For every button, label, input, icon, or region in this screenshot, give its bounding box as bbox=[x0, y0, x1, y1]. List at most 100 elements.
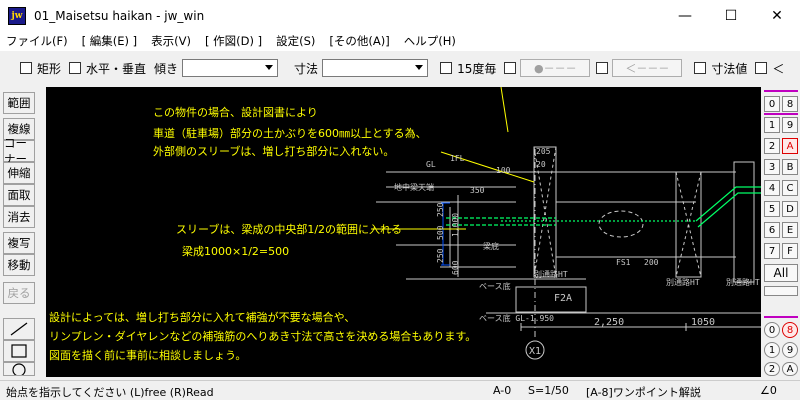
layer-6[interactable]: 6 bbox=[764, 222, 780, 238]
menu-other[interactable]: [その他(A)] bbox=[329, 33, 389, 49]
annotation-note5: 梁成1000×1/2=500 bbox=[182, 245, 290, 258]
layer-all-button[interactable]: All bbox=[764, 264, 798, 282]
status-layer[interactable]: A-0 bbox=[493, 384, 511, 397]
pipe-bend bbox=[695, 186, 761, 222]
window-controls: — ☐ ✕ bbox=[662, 0, 800, 31]
label-100: 100 bbox=[496, 166, 511, 175]
label-base-bottom: ベース底 bbox=[479, 281, 511, 291]
tool-stretch[interactable]: 伸縮 bbox=[3, 162, 35, 184]
tilt-label: 傾き bbox=[154, 61, 179, 76]
menu-draw[interactable]: [ 作図(D) ] bbox=[205, 33, 262, 49]
arrow-line-button[interactable]: ＜－－－ bbox=[612, 59, 683, 77]
step15-checkbox[interactable]: 15度毎 bbox=[440, 60, 496, 77]
horiz-vert-checkbox[interactable]: 水平・垂直 bbox=[69, 60, 146, 77]
tool-chamfer[interactable]: 面取 bbox=[3, 184, 35, 206]
label-250b: 250 bbox=[436, 248, 445, 263]
line-tool-button[interactable] bbox=[3, 318, 35, 340]
checkbox-icon bbox=[440, 62, 453, 74]
layer-a-active[interactable]: A bbox=[782, 138, 798, 154]
tool-corner[interactable]: コーナー bbox=[3, 136, 35, 166]
lt-label: ＜ bbox=[772, 61, 785, 76]
layer-group-btn-0[interactable]: 0 bbox=[764, 322, 780, 338]
line-tool-icon bbox=[10, 322, 28, 336]
tool-range[interactable]: 範囲 bbox=[3, 92, 35, 114]
layer-b[interactable]: B bbox=[782, 159, 798, 175]
menu-help[interactable]: ヘルプ(H) bbox=[404, 33, 456, 49]
tilt-combo[interactable] bbox=[182, 59, 279, 77]
label-beam-bottom: 梁底 bbox=[483, 241, 499, 251]
layer-group-btn-8[interactable]: 8 bbox=[782, 322, 798, 338]
tool-undo[interactable]: 戻る bbox=[3, 282, 35, 304]
dimension-combo[interactable] bbox=[322, 59, 429, 77]
layer-group-0[interactable]: 0 bbox=[764, 96, 780, 112]
layer-f[interactable]: F bbox=[782, 243, 798, 259]
layer-e[interactable]: E bbox=[782, 222, 798, 238]
minimize-button[interactable]: — bbox=[662, 0, 708, 31]
dimension-label: 寸法 bbox=[294, 61, 319, 76]
tool-move[interactable]: 移動 bbox=[3, 254, 35, 276]
layer-scroll-button[interactable] bbox=[764, 286, 798, 296]
close-button[interactable]: ✕ bbox=[754, 0, 800, 31]
status-bar: 始点を指示してください (L)free (R)Read A-0 S=1/50 [… bbox=[0, 380, 800, 400]
window-title: 01_Maisetsu haikan - jw_win bbox=[34, 8, 205, 23]
layer-c[interactable]: C bbox=[782, 180, 798, 196]
layer-group-8[interactable]: 8 bbox=[782, 96, 798, 112]
label-fs: FS1 bbox=[616, 258, 631, 267]
step15-label: 15度毎 bbox=[457, 61, 497, 76]
layer-group-marker bbox=[764, 90, 798, 92]
layer-1[interactable]: 1 bbox=[764, 117, 780, 133]
layer-separator bbox=[764, 113, 798, 115]
label-350: 350 bbox=[470, 186, 485, 195]
dropdown-arrow-icon bbox=[415, 65, 424, 70]
label-f2a: F2A bbox=[554, 293, 572, 304]
status-scale[interactable]: S=1/50 bbox=[528, 384, 569, 397]
layer-3[interactable]: 3 bbox=[764, 159, 780, 175]
drawing-canvas[interactable]: 1FL GL 100 20 205 350 地中梁天端 250 500 250 … bbox=[46, 87, 761, 377]
status-angle[interactable]: ∠0 bbox=[760, 384, 777, 397]
label-base-gl: ベース底 GL-1.950 bbox=[479, 313, 554, 323]
circle-tool-icon bbox=[12, 363, 26, 375]
menu-view[interactable]: 表示(V) bbox=[151, 33, 191, 49]
checkbox-icon bbox=[69, 62, 82, 74]
layer-group-btn-a[interactable]: A bbox=[782, 362, 798, 376]
layer-group-marker bbox=[764, 316, 798, 318]
label-205: 205 bbox=[536, 147, 551, 156]
dim-value-checkbox[interactable]: 寸法値 bbox=[694, 60, 747, 77]
rect-checkbox[interactable]: 矩形 bbox=[20, 60, 61, 77]
label-pit-ht2: 別通路HT bbox=[666, 277, 700, 287]
layer-group-btn-2[interactable]: 2 bbox=[764, 362, 780, 376]
label-20: 20 bbox=[536, 160, 546, 169]
point-checkbox[interactable] bbox=[504, 62, 517, 74]
menu-settings[interactable]: 設定(S) bbox=[276, 33, 315, 49]
layer-9[interactable]: 9 bbox=[782, 117, 798, 133]
label-pit-ht3: 別通路HT bbox=[726, 277, 760, 287]
lt-checkbox[interactable]: ＜ bbox=[755, 60, 784, 77]
point-line-button[interactable]: ●－－－ bbox=[520, 59, 591, 77]
layer-group-btn-9[interactable]: 9 bbox=[782, 342, 798, 358]
status-onepoint[interactable]: [A-8]ワンポイント解説 bbox=[586, 384, 701, 400]
menu-bar: ファイル(F) [ 編集(E) ] 表示(V) [ 作図(D) ] 設定(S) … bbox=[0, 31, 800, 51]
tool-erase[interactable]: 消去 bbox=[3, 206, 35, 228]
layer-2[interactable]: 2 bbox=[764, 138, 780, 154]
app-icon: jw bbox=[8, 6, 26, 25]
layer-d[interactable]: D bbox=[782, 201, 798, 217]
rect-tool-button[interactable] bbox=[3, 340, 35, 362]
menu-edit[interactable]: [ 編集(E) ] bbox=[82, 33, 138, 49]
circle-tool-button[interactable] bbox=[3, 362, 35, 376]
layer-4[interactable]: 4 bbox=[764, 180, 780, 196]
layer-5[interactable]: 5 bbox=[764, 201, 780, 217]
leader-line bbox=[500, 87, 509, 133]
label-gl: GL bbox=[426, 160, 436, 169]
annotation-note1: この物件の場合、設計図書により bbox=[153, 106, 318, 119]
layer-7[interactable]: 7 bbox=[764, 243, 780, 259]
maximize-button[interactable]: ☐ bbox=[708, 0, 754, 31]
tool-copy[interactable]: 複写 bbox=[3, 232, 35, 254]
label-fl: 1FL bbox=[450, 154, 465, 163]
annotation-note7: リンプレン・ダイヤレンなどの補強筋のへりあき寸法で高さを決める場合もあります。 bbox=[49, 330, 477, 343]
arrow-checkbox[interactable] bbox=[596, 62, 609, 74]
layer-group-btn-1[interactable]: 1 bbox=[764, 342, 780, 358]
sleeve-pipes bbox=[446, 186, 761, 228]
dim-value-label: 寸法値 bbox=[711, 61, 748, 76]
label-pit-ht: 別通路HT bbox=[534, 269, 568, 279]
menu-file[interactable]: ファイル(F) bbox=[6, 33, 68, 49]
